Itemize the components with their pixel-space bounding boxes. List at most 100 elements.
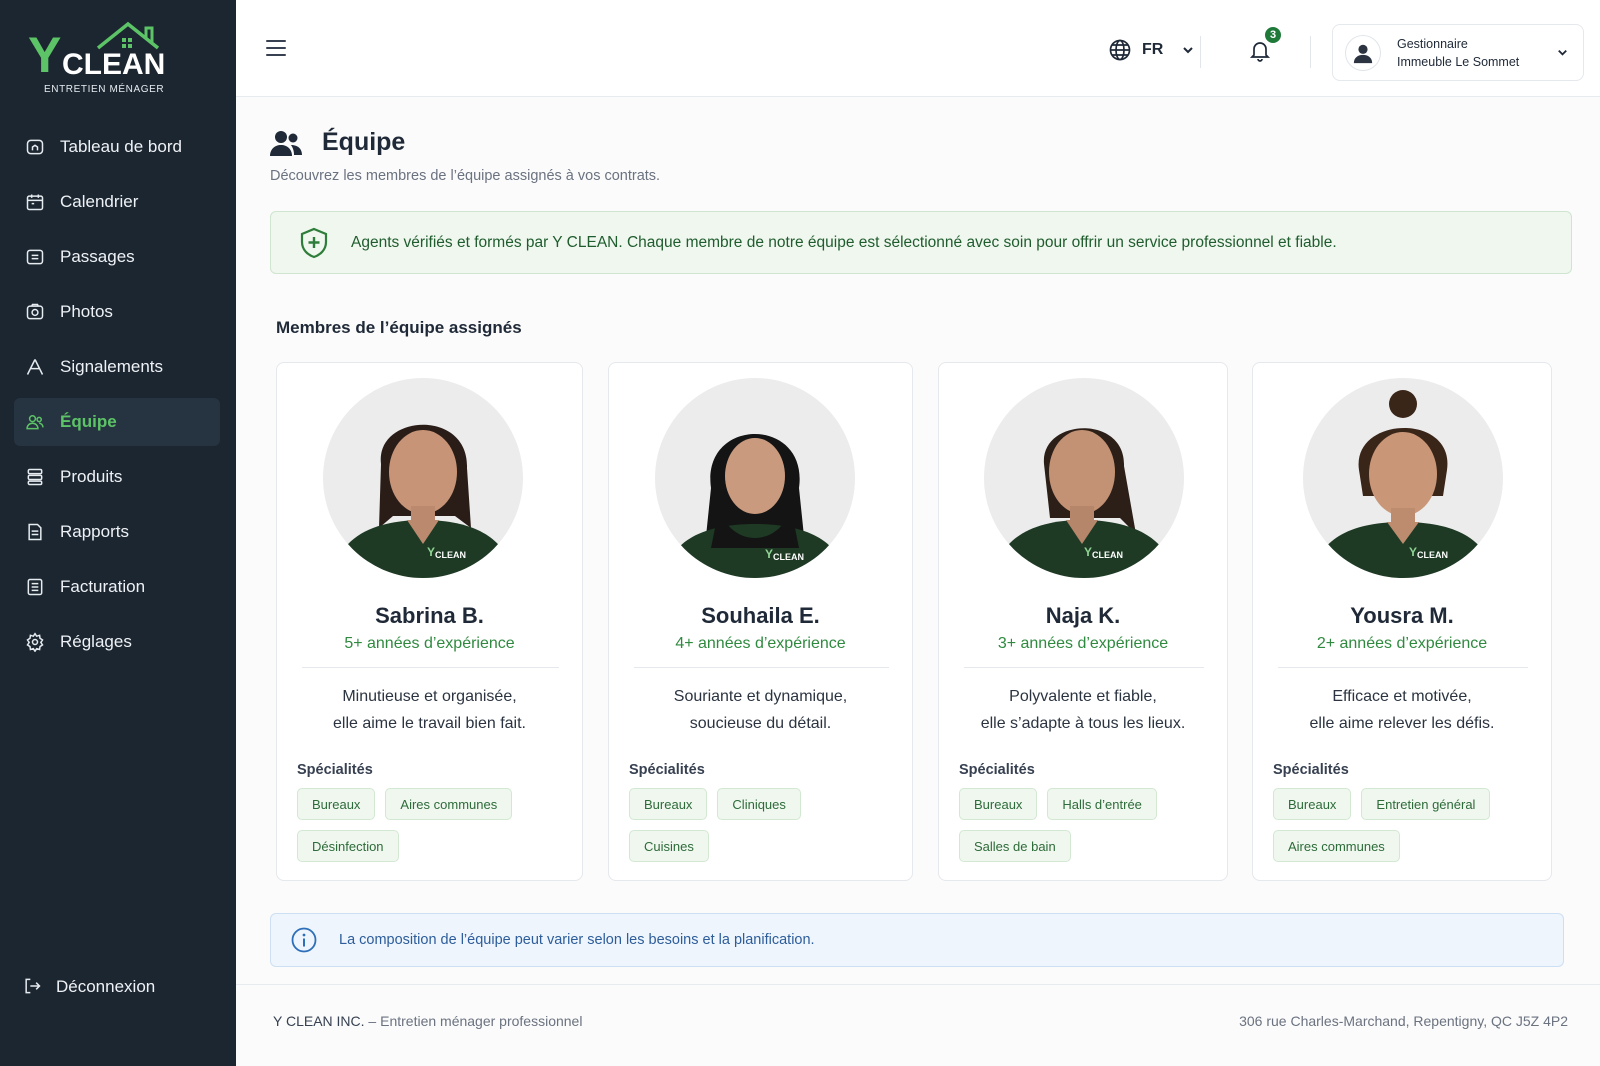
specialty-tag[interactable]: Cliniques: [717, 788, 801, 820]
header-divider: [1200, 36, 1201, 68]
menu-toggle-icon[interactable]: [266, 40, 286, 56]
specialty-tag[interactable]: Entretien général: [1361, 788, 1491, 820]
member-description-line: Souriante et dynamique,: [673, 688, 848, 705]
sidebar-item-passages[interactable]: Passages: [14, 233, 220, 281]
member-description-line: elle aime le travail bien fait.: [333, 715, 526, 732]
specialty-tag[interactable]: Bureaux: [959, 788, 1038, 820]
user-menu[interactable]: Gestionnaire Immeuble Le Sommet: [1332, 24, 1584, 81]
specialty-tags: Bureaux Aires communes Désinfection: [297, 788, 570, 872]
member-experience: 5+ années d’expérience: [344, 635, 515, 652]
shield-plus-icon: [300, 227, 328, 258]
svg-text:Y: Y: [427, 545, 435, 559]
svg-text:Y: Y: [765, 547, 773, 561]
specialty-tag[interactable]: Salles de bain: [959, 830, 1071, 862]
footer-company-tagline: – Entretien ménager professionnel: [364, 1013, 583, 1029]
sidebar-item-facturation[interactable]: Facturation: [14, 563, 220, 611]
specialties-label: Spécialités: [959, 762, 1035, 778]
specialty-tag[interactable]: Bureaux: [1273, 788, 1352, 820]
sidebar-item-equipe[interactable]: Équipe: [14, 398, 220, 446]
sidebar-item-photos[interactable]: Photos: [14, 288, 220, 336]
sidebar-item-label: Tableau de bord: [60, 137, 182, 156]
logout-button[interactable]: Déconnexion: [22, 976, 155, 998]
specialty-tag[interactable]: Bureaux: [297, 788, 376, 820]
page-title: Équipe: [270, 128, 405, 157]
chevron-down-icon: [1183, 47, 1194, 54]
verified-notice: Agents vérifiés et formés par Y CLEAN. C…: [270, 211, 1572, 274]
specialty-tag[interactable]: Aires communes: [1273, 830, 1400, 862]
footer-divider: [236, 984, 1600, 985]
language-code: FR: [1142, 41, 1164, 58]
user-icon: [1353, 44, 1373, 63]
info-notice: La composition de l’équipe peut varier s…: [270, 913, 1564, 967]
header-divider: [1310, 36, 1311, 68]
user-organization: Immeuble Le Sommet: [1397, 54, 1520, 69]
sidebar-item-tableau-de-bord[interactable]: Tableau de bord: [14, 123, 220, 171]
info-notice-text: La composition de l’équipe peut varier s…: [339, 932, 815, 948]
page-subtitle: Découvrez les membres de l’équipe assign…: [270, 168, 661, 184]
footer-company-name: Y CLEAN INC.: [273, 1013, 365, 1029]
sidebar-item-reglages[interactable]: Réglages: [14, 618, 220, 666]
member-experience: 4+ années d’expérience: [675, 635, 846, 652]
sidebar-item-label: Photos: [60, 302, 113, 321]
specialty-tag[interactable]: Aires communes: [385, 788, 513, 820]
svg-text:ENTRETIEN MÉNAGER: ENTRETIEN MÉNAGER: [44, 82, 164, 95]
brand-logo[interactable]: Y CLEAN ENTRETIEN MÉNAGER: [26, 20, 176, 98]
specialty-tag[interactable]: Halls d’entrée: [1047, 788, 1157, 820]
member-name: Naja K.: [1045, 603, 1121, 628]
chevron-down-icon: [1558, 49, 1567, 56]
specialty-tag[interactable]: Désinfection: [297, 830, 399, 862]
section-title: Membres de l’équipe assignés: [276, 318, 522, 337]
member-name: Sabrina B.: [375, 603, 484, 628]
footer-address: 306 rue Charles-Marchand, Repentigny, QC…: [1239, 1013, 1568, 1029]
specialty-tag[interactable]: Bureaux: [629, 788, 708, 820]
member-photo: Y CLEAN: [1303, 378, 1503, 578]
specialties-label: Spécialités: [1273, 762, 1349, 778]
member-description-line: soucieuse du détail.: [689, 715, 832, 732]
specialty-tags: Bureaux Halls d’entrée Salles de bain: [959, 788, 1215, 872]
team-icon: [270, 130, 302, 156]
member-description-line: elle s’adapte à tous les lieux.: [980, 715, 1186, 732]
member-description-line: elle aime relever les défis.: [1309, 715, 1495, 732]
specialty-tag[interactable]: Cuisines: [629, 830, 709, 862]
billing-icon: [24, 576, 46, 598]
sidebar-item-rapports[interactable]: Rapports: [14, 508, 220, 556]
sidebar-item-calendrier[interactable]: Calendrier: [14, 178, 220, 226]
report-icon: [24, 521, 46, 543]
logout-icon: [22, 976, 44, 998]
member-description-line: Efficace et motivée,: [1332, 688, 1472, 705]
svg-text:Y: Y: [28, 27, 61, 83]
member-name: Yousra M.: [1350, 603, 1454, 628]
svg-text:CLEAN: CLEAN: [435, 550, 466, 560]
info-icon: [291, 927, 317, 953]
member-experience: 3+ années d’expérience: [997, 635, 1169, 652]
member-photo: Y CLEAN: [984, 378, 1184, 578]
alert-icon: [24, 356, 46, 378]
sidebar-item-label: Signalements: [60, 357, 164, 376]
specialty-tags: Bureaux Cliniques Cuisines: [629, 788, 900, 872]
svg-text:Y: Y: [1084, 545, 1092, 559]
home-icon: [24, 136, 46, 158]
camera-icon: [24, 301, 46, 323]
language-selector[interactable]: FR: [1108, 38, 1195, 62]
logout-label: Déconnexion: [56, 977, 156, 996]
sidebar-item-label: Passages: [60, 247, 135, 266]
member-description: Efficace et motivée, elle aime relever l…: [1253, 683, 1551, 737]
member-name: Souhaila E.: [701, 603, 820, 628]
sidebar-item-label: Équipe: [60, 412, 117, 431]
svg-text:Y: Y: [1409, 545, 1417, 559]
card-divider: [1278, 667, 1528, 668]
sidebar-item-label: Rapports: [60, 522, 129, 541]
card-divider: [302, 667, 559, 668]
team-member-card: Y CLEAN Naja K. 3+ années d’expérience P…: [938, 362, 1228, 881]
member-photo: Y CLEAN: [655, 378, 855, 578]
team-member-card: Y CLEAN Yousra M. 2+ années d’expérience…: [1252, 362, 1552, 881]
products-icon: [24, 466, 46, 488]
user-role: Gestionnaire: [1397, 36, 1468, 51]
notification-badge: 3: [1263, 25, 1283, 45]
footer-company: Y CLEAN INC. – Entretien ménager profess…: [273, 1013, 582, 1029]
notifications-button[interactable]: 3: [1248, 25, 1283, 66]
page-heading: Équipe: [322, 128, 406, 156]
sidebar-item-signalements[interactable]: Signalements: [14, 343, 220, 391]
member-description: Souriante et dynamique, soucieuse du dét…: [609, 683, 912, 737]
sidebar-item-produits[interactable]: Produits: [14, 453, 220, 501]
